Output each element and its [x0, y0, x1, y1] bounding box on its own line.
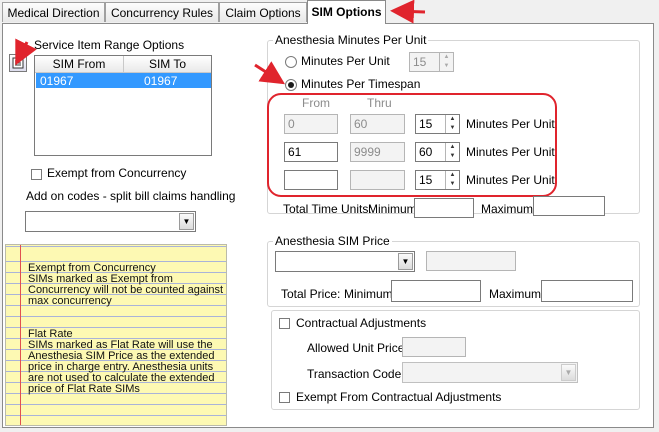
red-arrow-icon [15, 38, 37, 66]
red-arrow-icon [254, 61, 286, 85]
annotation-overlay [15, 0, 426, 85]
tab-sim-options[interactable]: SIM Options [307, 0, 386, 24]
red-arrow-icon [390, 0, 426, 24]
